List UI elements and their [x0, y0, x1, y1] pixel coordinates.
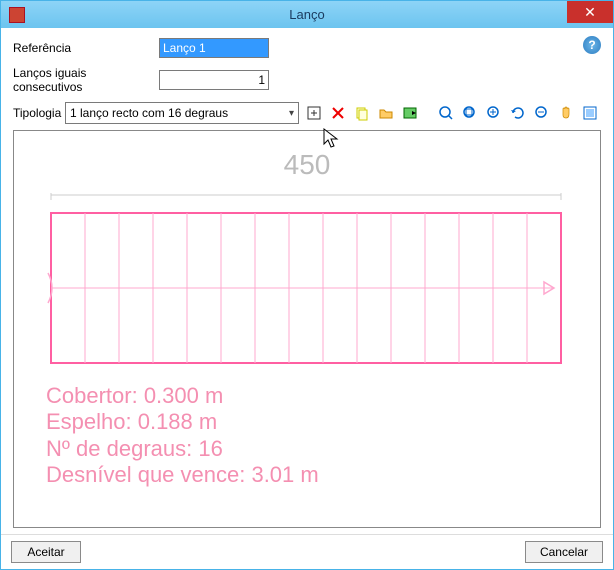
consecutivos-label: Lanços iguais consecutivos: [13, 66, 153, 94]
open-icon[interactable]: [375, 102, 397, 124]
tipologia-label: Tipologia: [13, 106, 61, 120]
add-icon[interactable]: [303, 102, 325, 124]
window-title: Lanço: [289, 7, 324, 22]
consecutivos-input[interactable]: [159, 70, 269, 90]
copy-icon[interactable]: [351, 102, 373, 124]
pan-icon[interactable]: [555, 102, 577, 124]
zoom-window-icon[interactable]: [435, 102, 457, 124]
content-area: ? Referência Lanços iguais consecutivos …: [1, 28, 613, 534]
app-icon: [9, 7, 25, 23]
espelho-value: Espelho: 0.188 m: [46, 409, 319, 435]
cobertor-value: Cobertor: 0.300 m: [46, 383, 319, 409]
dimension-top: 450: [284, 149, 331, 181]
stair-diagram: [46, 193, 566, 373]
redraw-icon[interactable]: [507, 102, 529, 124]
accept-button[interactable]: Aceitar: [11, 541, 81, 563]
print-icon[interactable]: [579, 102, 601, 124]
close-button[interactable]: ✕: [567, 1, 613, 23]
desnivel-value: Desnível que vence: 3.01 m: [46, 462, 319, 488]
tipologia-select[interactable]: 1 lanço recto com 16 degraus ▾: [65, 102, 299, 124]
library-icon[interactable]: [399, 102, 421, 124]
help-icon[interactable]: ?: [583, 36, 601, 54]
stair-info: Cobertor: 0.300 m Espelho: 0.188 m Nº de…: [46, 383, 319, 489]
tipologia-selected: 1 lanço recto com 16 degraus: [70, 106, 228, 120]
referencia-label: Referência: [13, 41, 153, 55]
footer: Aceitar Cancelar: [1, 534, 613, 569]
titlebar: Lanço ✕: [1, 1, 613, 28]
degraus-value: Nº de degraus: 16: [46, 436, 319, 462]
toolbar: [303, 102, 601, 124]
delete-icon[interactable]: [327, 102, 349, 124]
zoom-in-icon[interactable]: [483, 102, 505, 124]
zoom-out-icon[interactable]: [531, 102, 553, 124]
zoom-extents-icon[interactable]: [459, 102, 481, 124]
dialog-window: Lanço ✕ ? Referência Lanços iguais conse…: [0, 0, 614, 570]
chevron-down-icon: ▾: [289, 108, 294, 119]
referencia-input[interactable]: [159, 38, 269, 58]
drawing-canvas[interactable]: 450: [13, 130, 601, 528]
cancel-button[interactable]: Cancelar: [525, 541, 603, 563]
